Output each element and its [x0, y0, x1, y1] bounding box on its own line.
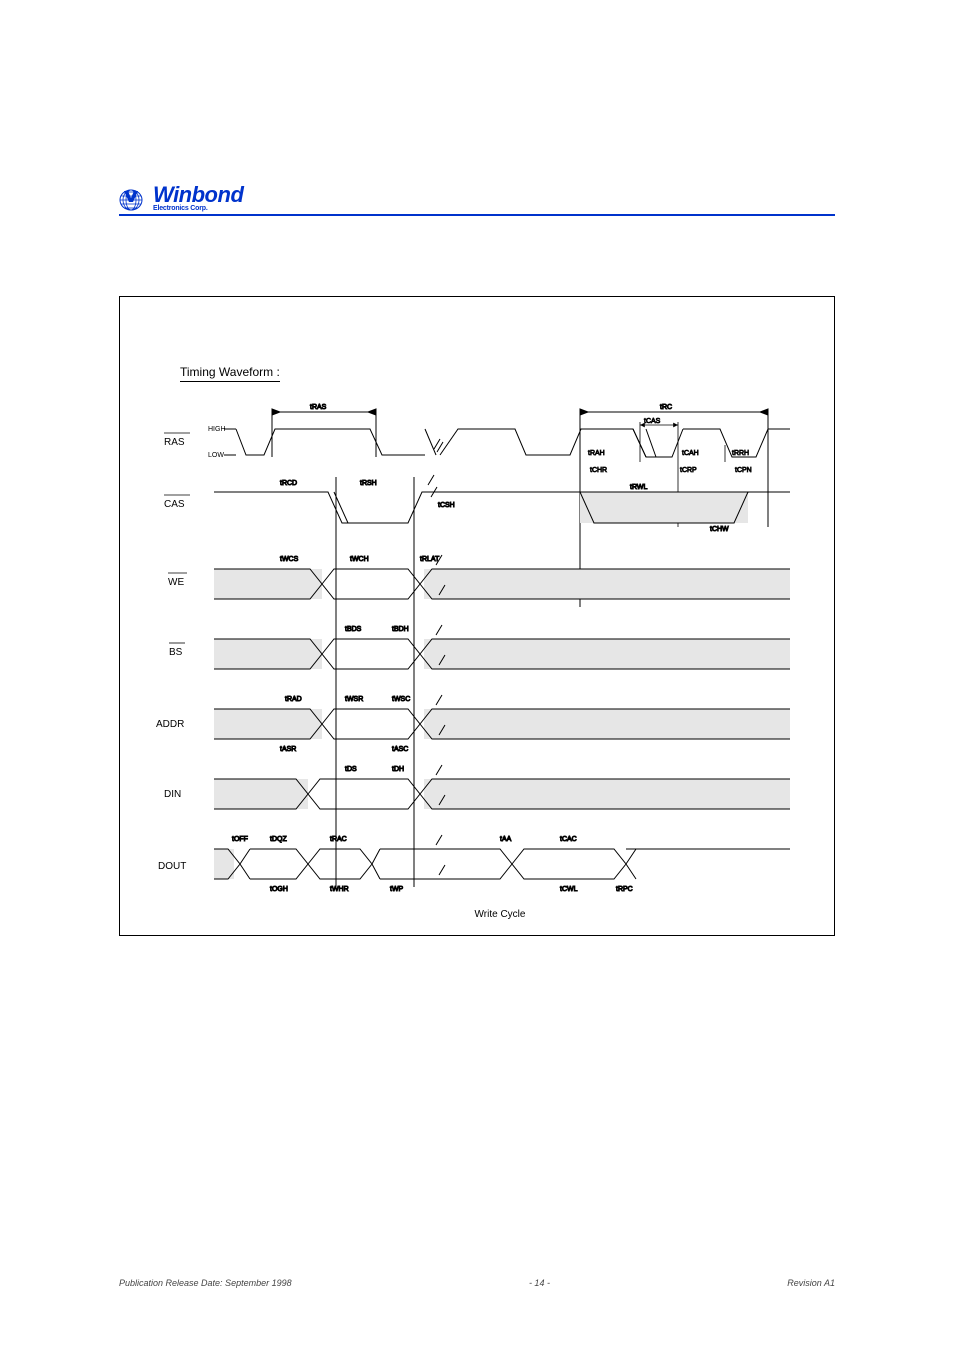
- cas-waveform: tRCD tRSH tRWL tCSH tCHW: [214, 475, 790, 887]
- svg-text:tRAS: tRAS: [310, 404, 327, 411]
- svg-text:tRWL: tRWL: [630, 484, 647, 491]
- svg-text:tOFF: tOFF: [232, 836, 248, 843]
- header-bar: Winbond Electronics Corp. PRELIMINARY W9…: [119, 185, 835, 216]
- timing-diagram-frame: Timing Waveform : RAS HIGH LOW CAS WE BS: [119, 296, 835, 936]
- svg-text:tCRP: tCRP: [680, 467, 697, 474]
- svg-text:RAS: RAS: [164, 437, 185, 448]
- low-label: LOW: [208, 452, 224, 459]
- timing-waveform-svg: RAS HIGH LOW CAS WE BS ADDR DIN DOUT: [120, 297, 834, 935]
- svg-text:tRPC: tRPC: [616, 886, 633, 893]
- footer-date: Publication Release Date: September 1998: [119, 1278, 292, 1288]
- footer-rev: Revision A1: [787, 1278, 835, 1288]
- svg-text:tWCS: tWCS: [280, 556, 299, 563]
- logo-brand: Winbond: [153, 185, 243, 205]
- din-waveform: tDS tDH: [214, 765, 790, 809]
- svg-text:tWHR: tWHR: [330, 886, 349, 893]
- svg-text:tAA: tAA: [500, 836, 512, 843]
- svg-text:tDQZ: tDQZ: [270, 836, 287, 843]
- we-label: WE: [168, 573, 187, 588]
- svg-text:tWSC: tWSC: [392, 696, 410, 703]
- svg-text:tRCD: tRCD: [280, 480, 297, 487]
- cas-label: CAS: [164, 495, 190, 510]
- svg-text:tWCH: tWCH: [350, 556, 369, 563]
- svg-text:tBDS: tBDS: [345, 626, 362, 633]
- svg-text:tRAD: tRAD: [285, 696, 302, 703]
- logo-text-block: Winbond Electronics Corp.: [153, 185, 243, 212]
- svg-text:tASC: tASC: [392, 746, 408, 753]
- addr-waveform: tRAD tWSR tWSC tASR tASC: [214, 695, 790, 753]
- svg-text:tCSH: tCSH: [438, 502, 455, 509]
- winbond-globe-icon: [119, 188, 145, 212]
- we-waveform: tWCH tRLAT tWCS: [214, 555, 790, 599]
- svg-text:tWSR: tWSR: [345, 696, 363, 703]
- svg-text:tCAC: tCAC: [560, 836, 577, 843]
- svg-text:tCAH: tCAH: [682, 450, 699, 457]
- svg-text:tCHR: tCHR: [590, 467, 607, 474]
- svg-text:tOGH: tOGH: [270, 886, 288, 893]
- ras-label: RAS: [164, 433, 190, 448]
- svg-text:CAS: CAS: [164, 499, 185, 510]
- svg-text:tCWL: tCWL: [560, 886, 578, 893]
- dout-waveform: tOFF tDQZ tRAC tAA tCAC tOGH tWHR tWP tC…: [214, 835, 790, 893]
- logo-subtitle: Electronics Corp.: [153, 205, 243, 212]
- svg-text:tDS: tDS: [345, 766, 357, 773]
- page-footer: Publication Release Date: September 1998…: [119, 1278, 835, 1288]
- svg-text:tRAH: tRAH: [588, 450, 605, 457]
- svg-text:tRSH: tRSH: [360, 480, 377, 487]
- svg-text:tRLAT: tRLAT: [420, 556, 440, 563]
- cycle-name: Write Cycle: [475, 909, 526, 920]
- svg-text:tDH: tDH: [392, 766, 404, 773]
- high-label: HIGH: [208, 426, 226, 433]
- svg-text:tRRH: tRRH: [732, 450, 749, 457]
- din-label: DIN: [164, 789, 181, 800]
- svg-text:tASR: tASR: [280, 746, 296, 753]
- svg-text:tBDH: tBDH: [392, 626, 409, 633]
- svg-text:tCHW: tCHW: [710, 526, 729, 533]
- bs-label: BS: [169, 643, 185, 658]
- bs-waveform: tBDS tBDH: [214, 625, 790, 669]
- svg-text:tRC: tRC: [660, 404, 672, 411]
- svg-text:tCAS: tCAS: [644, 418, 661, 425]
- svg-text:tRAC: tRAC: [330, 836, 347, 843]
- svg-text:tCPN: tCPN: [735, 467, 752, 474]
- svg-text:BS: BS: [169, 647, 183, 658]
- svg-text:tWP: tWP: [390, 886, 404, 893]
- footer-page: - 14 -: [529, 1278, 550, 1288]
- svg-text:WE: WE: [168, 577, 184, 588]
- addr-label: ADDR: [156, 719, 184, 730]
- dout-label: DOUT: [158, 861, 186, 872]
